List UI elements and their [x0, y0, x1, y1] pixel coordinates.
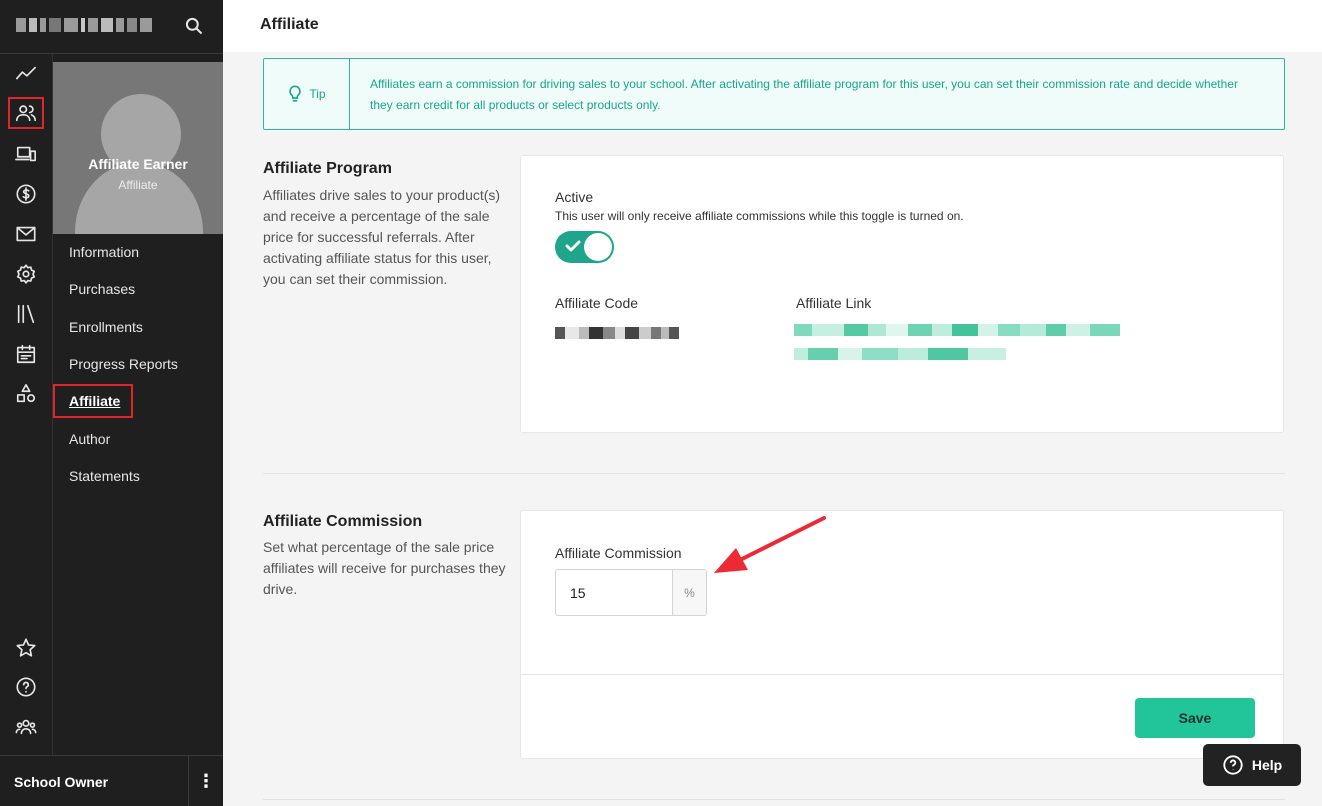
- school-logo[interactable]: [16, 17, 152, 33]
- commission-field-label: Affiliate Commission: [555, 545, 682, 561]
- section-divider: [263, 473, 1285, 474]
- subnav-item-affiliate[interactable]: Affiliate: [53, 384, 133, 418]
- star-icon[interactable]: [8, 632, 44, 664]
- help-circle-icon[interactable]: [8, 671, 44, 703]
- commission-input[interactable]: [556, 570, 672, 615]
- owner-name[interactable]: School Owner: [14, 774, 108, 790]
- subnav-item-enrollments[interactable]: Enrollments: [69, 317, 143, 337]
- owner-bar: School Owner ⋮: [0, 755, 223, 806]
- affiliate-program-description: Affiliates drive sales to your product(s…: [263, 187, 501, 287]
- tip-label: Tip: [309, 87, 326, 101]
- tip-text: Affiliates earn a commission for driving…: [370, 77, 1238, 112]
- save-button[interactable]: Save: [1135, 698, 1255, 738]
- affiliate-program-card: Active This user will only receive affil…: [520, 155, 1284, 433]
- dollar-icon[interactable]: [8, 178, 44, 210]
- section-divider-bottom: [263, 799, 1285, 800]
- search-icon[interactable]: [184, 16, 206, 38]
- subnav-item-author[interactable]: Author: [69, 429, 110, 449]
- help-icon: [1223, 755, 1243, 775]
- calendar-icon[interactable]: [8, 338, 44, 370]
- tip-banner: Tip Affiliates earn a commission for dri…: [263, 58, 1285, 130]
- affiliate-commission-card: Affiliate Commission % Save: [520, 510, 1284, 759]
- page-header: Affiliate: [223, 0, 1322, 52]
- subnav-item-purchases[interactable]: Purchases: [69, 279, 135, 299]
- profile-name: Affiliate Earner: [88, 156, 188, 172]
- icon-rail: [0, 0, 53, 806]
- affiliate-code-label: Affiliate Code: [555, 295, 639, 311]
- affiliate-commission-description: Set what percentage of the sale price af…: [263, 539, 506, 597]
- more-options-icon[interactable]: ⋮: [188, 756, 223, 806]
- help-button[interactable]: Help: [1203, 744, 1301, 786]
- annotation-arrow-icon: [714, 516, 826, 573]
- profile-role: Affiliate: [118, 178, 158, 192]
- affiliate-link-value[interactable]: [794, 324, 1120, 360]
- subnav-item-progress-reports[interactable]: Progress Reports: [69, 354, 178, 374]
- community-icon[interactable]: [8, 711, 44, 743]
- card-footer-divider: [521, 674, 1283, 675]
- active-help-text: This user will only receive affiliate co…: [555, 209, 964, 223]
- user-subnav: Affiliate Earner Affiliate Information P…: [53, 54, 223, 755]
- affiliate-program-title: Affiliate Program: [263, 160, 392, 177]
- subnav-item-statements[interactable]: Statements: [69, 466, 140, 486]
- settings-icon[interactable]: [8, 258, 44, 290]
- users-icon[interactable]: [8, 97, 44, 129]
- check-icon: [565, 239, 581, 253]
- library-icon[interactable]: [8, 298, 44, 330]
- mail-icon[interactable]: [8, 218, 44, 250]
- avatar: Affiliate Earner Affiliate: [53, 62, 223, 234]
- brand-bar: [0, 0, 223, 54]
- subnav-item-information[interactable]: Information: [69, 242, 139, 262]
- affiliate-commission-title: Affiliate Commission: [263, 513, 423, 530]
- shapes-icon[interactable]: [8, 378, 44, 410]
- active-label: Active: [555, 189, 594, 205]
- commission-input-group: %: [555, 569, 707, 616]
- affiliate-link-label: Affiliate Link: [796, 295, 872, 311]
- active-toggle[interactable]: [555, 231, 614, 263]
- tip-label-box: Tip: [264, 59, 350, 129]
- help-label: Help: [1251, 757, 1283, 773]
- affiliate-code-value: [555, 327, 705, 339]
- analytics-icon[interactable]: [8, 58, 44, 90]
- devices-icon[interactable]: [8, 138, 44, 170]
- page-title: Affiliate: [260, 16, 319, 33]
- lightbulb-icon: [289, 85, 302, 102]
